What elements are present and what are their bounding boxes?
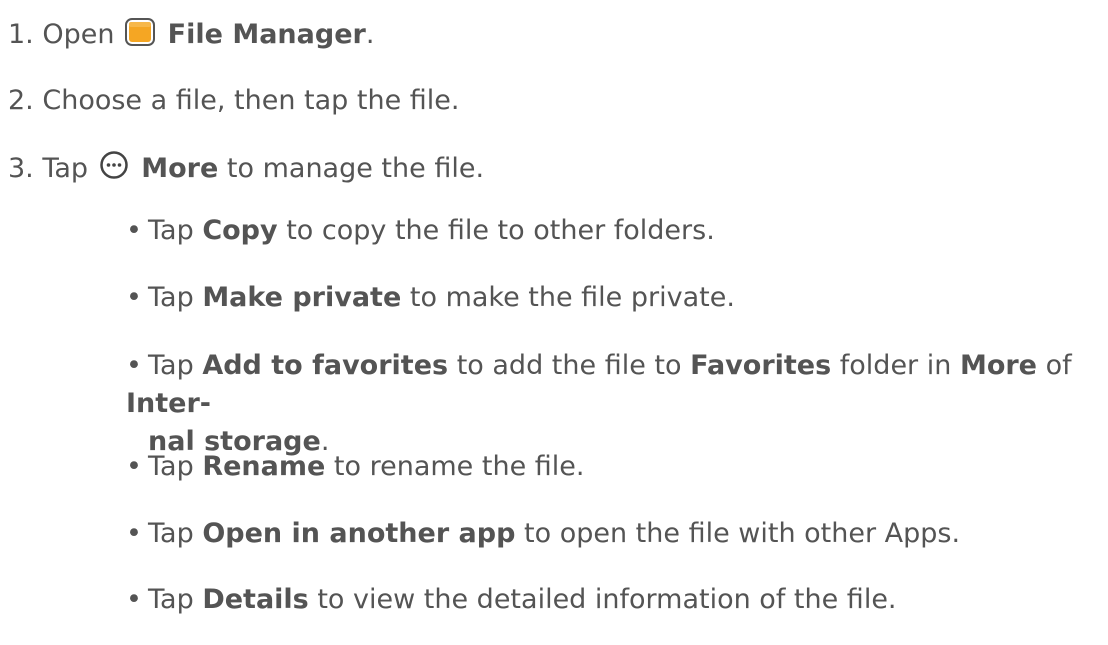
step-3: 3. Tap More to manage the file. [8, 150, 484, 189]
step-number: 3. [8, 153, 34, 184]
bullet-details: • Tap Details to view the detailed inform… [126, 584, 897, 615]
step-number: 2. [8, 85, 34, 116]
app-name: File Manager [167, 19, 366, 50]
bullet-copy: • Tap Copy to copy the file to other fold… [126, 215, 715, 246]
bullet-rename: • Tap Rename to rename the file. [126, 451, 585, 482]
bullet-open-in-another-app: • Tap Open in another app to open the fil… [126, 518, 961, 549]
folder-icon [125, 18, 156, 55]
step-1: 1. Open File Manager. [8, 18, 374, 55]
step-text: Tap [42, 153, 89, 184]
step-2: 2. Choose a file, then tap the file. [8, 84, 460, 118]
bullet-add-to-favorites: • Tap Add to favorites to add the file to… [126, 350, 1072, 457]
more-label: More [141, 153, 219, 184]
more-icon [99, 150, 129, 189]
bullet-make-private: • Tap Make private to make the file priva… [126, 282, 735, 313]
step-number: 1. [8, 19, 34, 50]
step-text: Choose a file, then tap the file. [42, 85, 460, 116]
step-text: Open [42, 19, 115, 50]
